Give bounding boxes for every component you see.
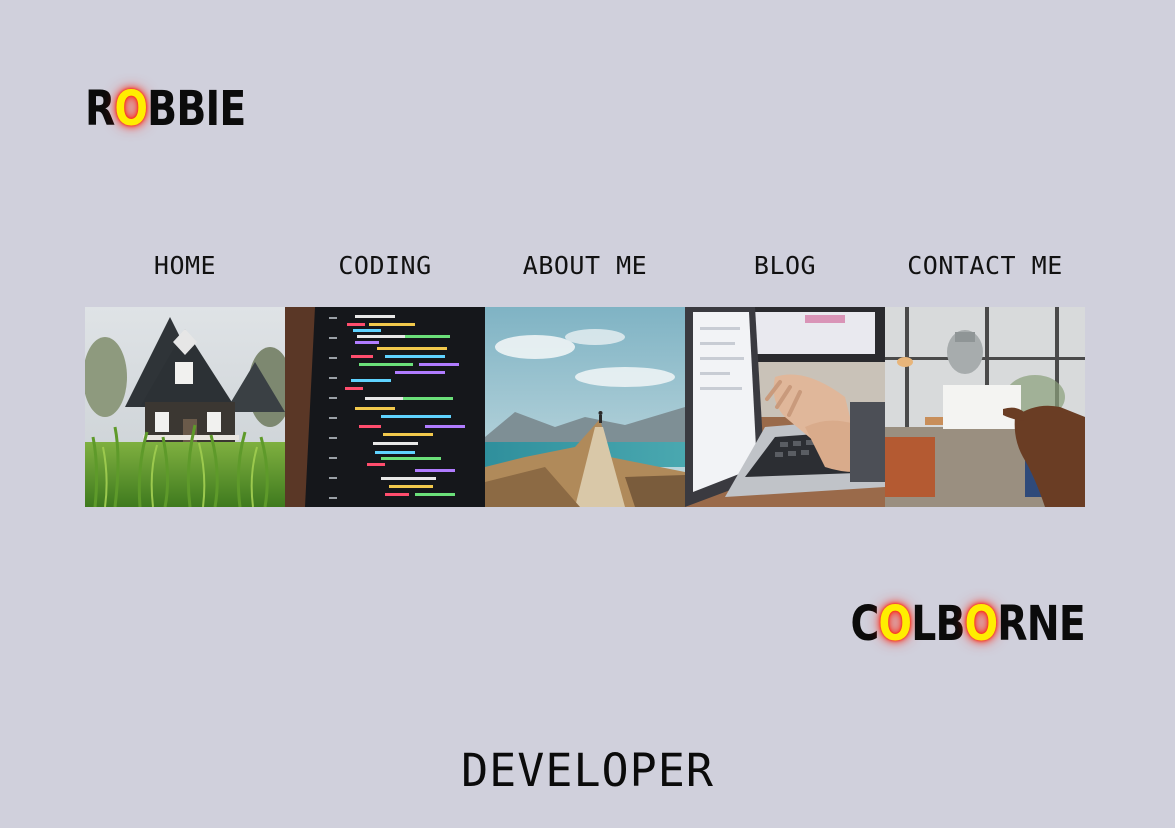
logo-letter: B — [176, 81, 206, 137]
main-navigation: HOME CODING ABOUT ME BLOG CONTACT ME — [85, 250, 1085, 507]
nav-item-contact-me[interactable]: CONTACT ME — [885, 250, 1085, 507]
business-card-photo[interactable] — [885, 307, 1085, 507]
nav-label-contact-me: CONTACT ME — [907, 251, 1063, 280]
logo-robbie: R O B B I E — [85, 81, 246, 137]
nav-label-coding: CODING — [338, 251, 432, 280]
logo-letter: N — [1026, 596, 1060, 652]
nav-label-about-me: ABOUT ME — [522, 251, 648, 280]
laptop-typing-photo[interactable] — [685, 307, 885, 507]
nav-item-coding[interactable]: CODING — [285, 250, 485, 507]
code-screen-photo[interactable] — [285, 307, 485, 507]
house-photo[interactable] — [85, 307, 285, 507]
logo-letter-glow: O — [964, 596, 998, 652]
nav-item-about-me[interactable]: ABOUT ME — [485, 250, 685, 507]
nav-item-blog[interactable]: BLOG — [685, 250, 885, 507]
tagline: DEVELOPER — [461, 744, 714, 797]
logo-letter: B — [935, 596, 965, 652]
logo-letter: B — [147, 81, 177, 137]
logo-letter: L — [911, 596, 936, 652]
logo-letter: R — [85, 81, 115, 137]
logo-letter-glow: O — [114, 81, 148, 137]
logo-letter: R — [997, 596, 1027, 652]
nav-label-home: HOME — [153, 251, 217, 280]
logo-letter: E — [1058, 596, 1086, 652]
logo-letter: E — [219, 81, 246, 137]
mountain-hiker-photo[interactable] — [485, 307, 685, 507]
logo-letter: I — [205, 81, 221, 137]
logo-letter: C — [850, 596, 879, 652]
nav-item-home[interactable]: HOME — [85, 250, 285, 507]
logo-letter-glow: O — [878, 596, 912, 652]
nav-label-blog: BLOG — [753, 251, 817, 280]
logo-colborne: C O L B O R N E — [850, 600, 1085, 648]
